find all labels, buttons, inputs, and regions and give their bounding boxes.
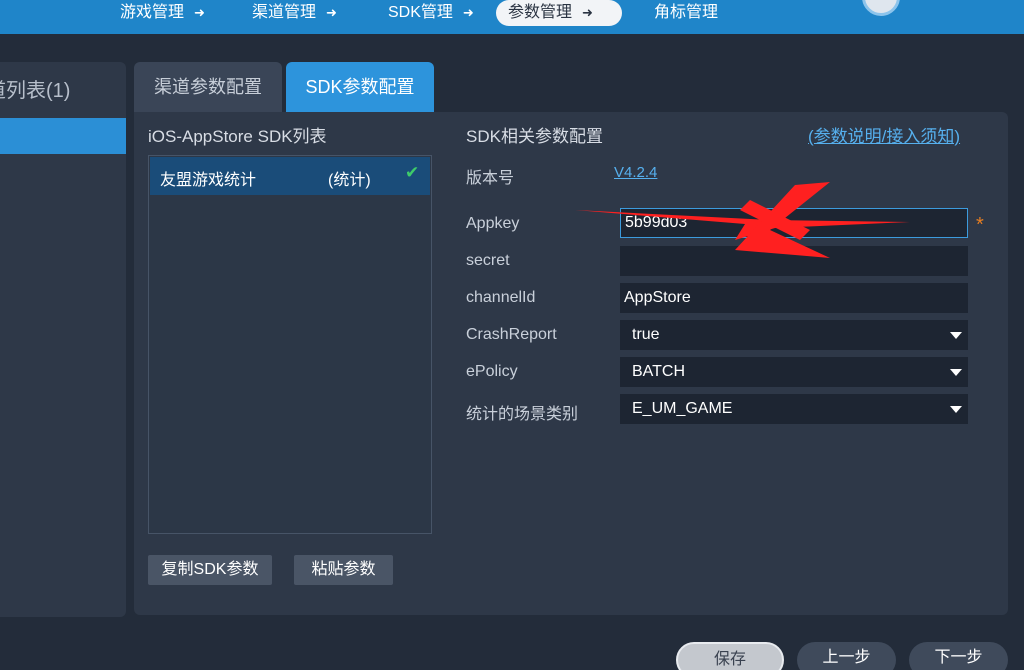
top-nav-bar: 游戏管理 ➜ 渠道管理 ➜ SDK管理 ➜ 参数管理 ➜ 角标管理 — [0, 0, 1024, 34]
crash-report-value: true — [632, 326, 660, 343]
scene-type-label: 统计的场景类别 — [466, 406, 579, 423]
arrow-right-icon: ➜ — [326, 5, 337, 20]
nav-step-badge-management[interactable]: 角标管理 — [642, 0, 730, 26]
sdk-list-item[interactable]: 友盟游戏统计 (统计) ✔ — [150, 157, 430, 195]
arrow-right-icon: ➜ — [194, 5, 205, 20]
dropdown-caret-icon — [950, 406, 962, 413]
appkey-label: Appkey — [466, 215, 520, 232]
nav-step-label: SDK管理 — [388, 4, 453, 21]
paste-params-button[interactable]: 粘贴参数 — [294, 555, 393, 585]
nav-step-param-management[interactable]: 参数管理 ➜ — [496, 0, 622, 26]
dropdown-caret-icon — [950, 332, 962, 339]
nav-step-label: 参数管理 — [508, 4, 573, 21]
scene-type-value: E_UM_GAME — [632, 400, 733, 417]
config-title: SDK相关参数配置 — [466, 127, 603, 146]
tab-channel-params[interactable]: 渠道参数配置 — [134, 62, 282, 112]
secret-label: secret — [466, 252, 510, 269]
nav-step-label: 游戏管理 — [120, 4, 185, 21]
epolicy-label: ePolicy — [466, 363, 518, 380]
avatar[interactable] — [862, 0, 900, 16]
save-button[interactable]: 保存 — [676, 642, 784, 670]
sdk-item-tag: (统计) — [328, 172, 371, 189]
channel-id-label: channelId — [466, 289, 536, 306]
dropdown-caret-icon — [950, 369, 962, 376]
copy-sdk-params-button[interactable]: 复制SDK参数 — [148, 555, 272, 585]
channel-list-item-selected[interactable] — [0, 118, 126, 154]
scene-type-select[interactable]: E_UM_GAME — [620, 394, 968, 424]
next-step-button[interactable]: 下一步 — [909, 642, 1008, 670]
sdk-list-title: iOS-AppStore SDK列表 — [148, 127, 327, 146]
tab-sdk-params[interactable]: SDK参数配置 — [286, 62, 434, 112]
prev-step-button[interactable]: 上一步 — [797, 642, 896, 670]
epolicy-value: BATCH — [632, 363, 686, 380]
channel-list-panel: 道列表(1) — [0, 62, 126, 617]
nav-step-label: 角标管理 — [654, 4, 719, 21]
sdk-item-name: 友盟游戏统计 — [160, 172, 257, 189]
nav-step-sdk-management[interactable]: SDK管理 ➜ — [376, 0, 486, 26]
nav-step-game-management[interactable]: 游戏管理 ➜ — [108, 0, 217, 26]
version-label: 版本号 — [466, 170, 515, 187]
arrow-right-icon: ➜ — [462, 5, 474, 20]
epolicy-select[interactable]: BATCH — [620, 357, 968, 387]
channel-list-title: 道列表(1) — [0, 80, 71, 102]
channel-id-input[interactable]: AppStore — [620, 283, 968, 313]
crash-report-label: CrashReport — [466, 326, 557, 343]
version-value-link[interactable]: V4.2.4 — [614, 164, 657, 181]
arrow-right-icon: ➜ — [582, 5, 593, 20]
redaction-scribble-icon — [575, 182, 910, 258]
crash-report-select[interactable]: true — [620, 320, 968, 350]
required-mark: * — [976, 214, 984, 236]
param-help-link[interactable]: (参数说明/接入须知) — [808, 122, 960, 147]
sdk-list: 友盟游戏统计 (统计) ✔ — [148, 155, 432, 534]
nav-step-channel-management[interactable]: 渠道管理 ➜ — [240, 0, 349, 26]
check-icon: ✔ — [405, 163, 420, 182]
nav-step-label: 渠道管理 — [252, 4, 317, 21]
